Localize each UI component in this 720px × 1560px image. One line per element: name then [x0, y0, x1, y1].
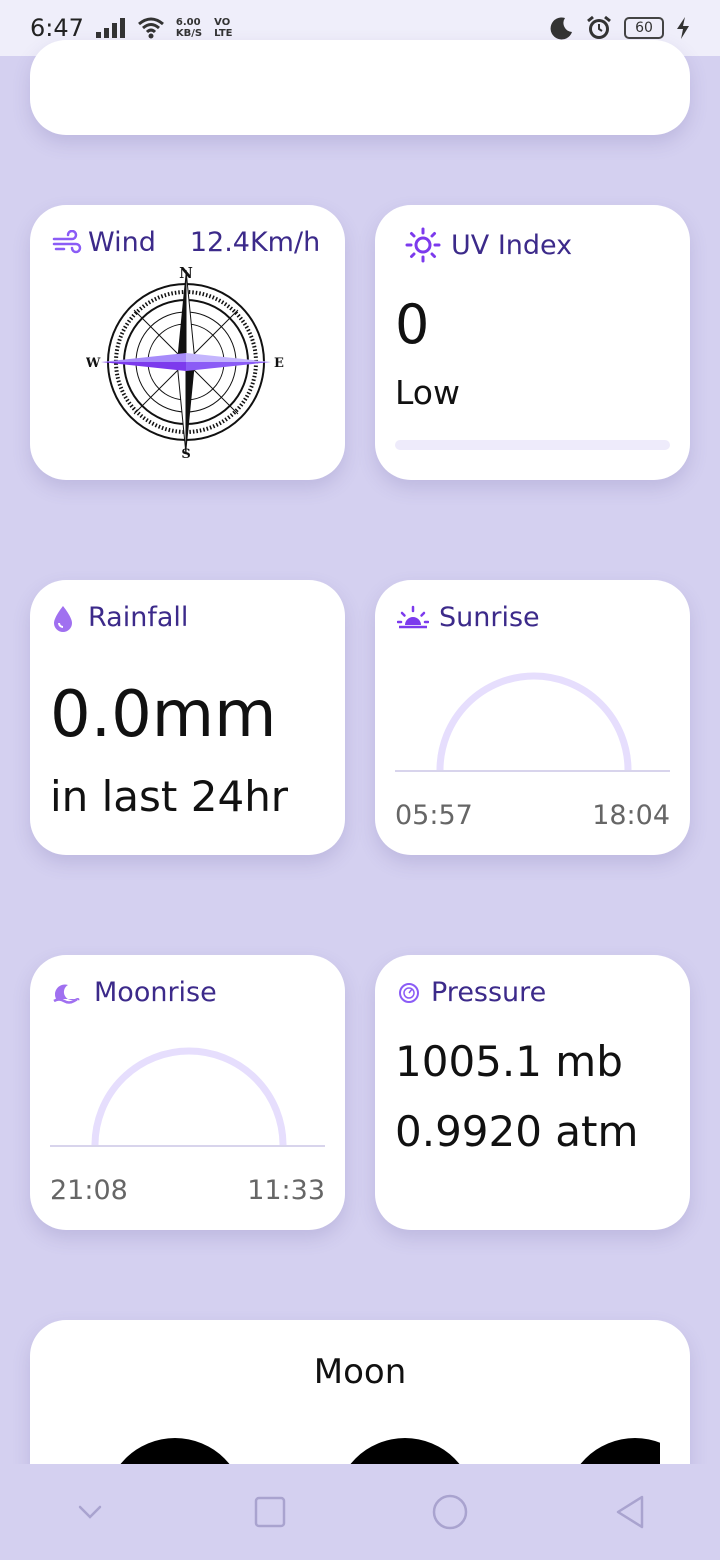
- volte-indicator: VO LTE: [214, 17, 232, 39]
- wind-card[interactable]: Wind 12.4Km/h N S E W: [30, 205, 345, 480]
- back-triangle-icon: [616, 1495, 644, 1529]
- nav-back-button[interactable]: [600, 1482, 660, 1542]
- alarm-icon: [587, 15, 611, 39]
- network-speed: 6.00 KB/S: [176, 17, 202, 39]
- top-card: [30, 40, 690, 135]
- wind-speed: 12.4Km/h: [189, 227, 321, 258]
- charging-icon: [677, 17, 689, 39]
- square-icon: [254, 1496, 286, 1528]
- nav-home-button[interactable]: [420, 1482, 480, 1542]
- signal-icon: [95, 18, 125, 38]
- uv-value: 0: [395, 293, 430, 356]
- sun-icon: [405, 227, 441, 263]
- volte-bottom: LTE: [214, 28, 233, 39]
- sun-arc: [395, 672, 670, 772]
- pressure-atm: 0.9920 atm: [395, 1107, 639, 1156]
- sunrise-card[interactable]: Sunrise 05:57 18:04: [375, 580, 690, 855]
- wind-title: Wind: [88, 227, 156, 258]
- rainfall-amount: 0.0mm: [50, 678, 277, 752]
- wind-compass: N S E W: [86, 264, 284, 462]
- compass-s: S: [181, 447, 190, 462]
- pressure-mb: 1005.1 mb: [395, 1037, 623, 1086]
- rainfall-title: Rainfall: [88, 602, 189, 633]
- moonrise-icon: [53, 984, 80, 1004]
- status-time: 6:47: [30, 14, 84, 42]
- moonrise-card[interactable]: Moonrise 21:08 11:33: [30, 955, 345, 1230]
- volte-top: VO: [214, 17, 231, 28]
- nav-collapse-button[interactable]: [60, 1482, 120, 1542]
- sunrise-title: Sunrise: [439, 602, 540, 633]
- wifi-icon: [137, 17, 164, 39]
- net-speed-value: 6.00: [175, 17, 201, 28]
- uv-title: UV Index: [451, 229, 573, 261]
- moon-icon: [550, 17, 572, 40]
- battery-indicator: 60: [624, 17, 664, 39]
- circle-icon: [432, 1494, 468, 1530]
- rain-drop-icon: [54, 605, 72, 632]
- moon-title: Moon: [313, 1352, 407, 1392]
- navigation-bar: [0, 1464, 720, 1560]
- uv-progress-bar: [395, 440, 670, 450]
- compass-w: W: [86, 356, 101, 371]
- compass-n: N: [179, 264, 193, 282]
- sunrise-icon: [397, 605, 429, 628]
- moonrise-title: Moonrise: [94, 977, 217, 1008]
- pressure-title: Pressure: [431, 977, 547, 1008]
- pressure-card[interactable]: Pressure 1005.1 mb 0.9920 atm: [375, 955, 690, 1230]
- rainfall-period: in last 24hr: [50, 772, 289, 821]
- compass-e: E: [274, 356, 284, 371]
- moonset-time: 11:33: [247, 1175, 325, 1206]
- uv-level: Low: [395, 373, 460, 412]
- chevron-down-icon: [78, 1505, 102, 1519]
- sunset-time: 18:04: [592, 800, 670, 831]
- uv-card[interactable]: UV Index 0 Low: [375, 205, 690, 480]
- moon-arc: [50, 1047, 325, 1147]
- gauge-icon: [399, 982, 419, 1003]
- net-speed-unit: KB/S: [175, 28, 203, 39]
- rainfall-card[interactable]: Rainfall 0.0mm in last 24hr: [30, 580, 345, 855]
- moonrise-time: 21:08: [50, 1175, 128, 1206]
- nav-recents-button[interactable]: [240, 1482, 300, 1542]
- sunrise-time: 05:57: [395, 800, 473, 831]
- wind-icon: [52, 229, 82, 253]
